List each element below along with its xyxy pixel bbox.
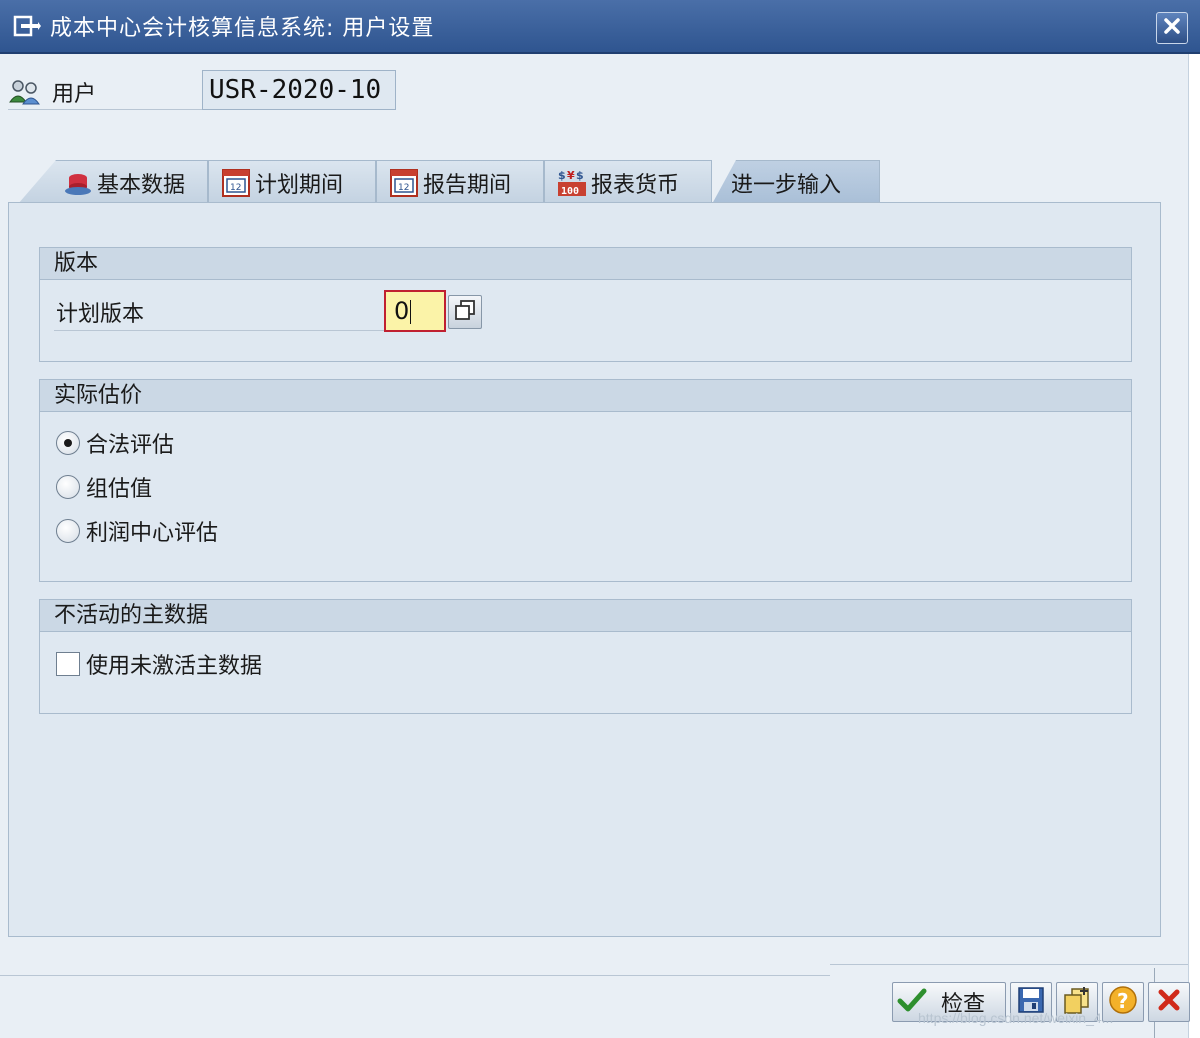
text-cursor xyxy=(410,300,412,324)
user-label: 用户 xyxy=(52,82,97,107)
cancel-icon xyxy=(1156,987,1182,1017)
svg-text:12: 12 xyxy=(398,183,409,193)
tab-further-input[interactable]: 进一步输入 xyxy=(712,160,880,204)
group-header: 不活动的主数据 xyxy=(40,600,1131,632)
user-label-underline xyxy=(8,109,204,110)
close-icon xyxy=(1162,16,1182,40)
plan-version-underline xyxy=(54,330,384,331)
plan-version-row: 计划版本 0 xyxy=(54,290,484,332)
window-right-border xyxy=(1188,54,1200,1038)
tab-report-currency[interactable]: $ ¥ $ 100 报表货币 xyxy=(544,160,712,204)
tab-strip: 基本数据 12 计划期间 12 报告期间 $ ¥ $ 100 报表货币 进一步输… xyxy=(8,160,1168,204)
svg-text:$: $ xyxy=(576,169,584,182)
tab-label: 计划期间 xyxy=(255,172,344,198)
bottom-separator xyxy=(830,964,1188,965)
watermark: https://blog.csdn.net/weixin_4... xyxy=(918,1010,1114,1026)
plan-version-input[interactable]: 0 xyxy=(384,290,446,332)
group-actual-valuation: 实际估价 合法评估 组估值 利润中心评估 xyxy=(39,379,1132,582)
radio-button[interactable] xyxy=(56,431,80,455)
radio-label: 组估值 xyxy=(86,477,153,502)
tab-basic-data[interactable]: 基本数据 xyxy=(18,160,208,204)
cancel-button[interactable] xyxy=(1148,982,1190,1022)
bottom-separator xyxy=(0,975,830,976)
value-help-button[interactable] xyxy=(448,295,482,329)
radio-group-valuation[interactable]: 组估值 xyxy=(56,471,152,503)
use-inactive-master-data-checkbox[interactable] xyxy=(56,652,80,676)
svg-text:100: 100 xyxy=(561,186,579,197)
currency-icon: $ ¥ $ 100 xyxy=(557,168,587,198)
tab-label: 基本数据 xyxy=(97,172,186,198)
radio-profit-center-valuation[interactable]: 利润中心评估 xyxy=(56,515,218,547)
tab-label: 报告期间 xyxy=(423,172,512,198)
copy-icon xyxy=(454,299,476,325)
calendar-icon: 12 xyxy=(389,168,419,198)
use-inactive-master-data-row[interactable]: 使用未激活主数据 xyxy=(56,648,262,680)
svg-text:?: ? xyxy=(1117,989,1129,1013)
tab-report-period[interactable]: 12 报告期间 xyxy=(376,160,544,204)
radio-label: 利润中心评估 xyxy=(86,521,219,546)
svg-text:12: 12 xyxy=(230,183,241,193)
edit-settings-icon xyxy=(12,13,42,39)
radio-legal-valuation[interactable]: 合法评估 xyxy=(56,427,174,459)
window-title: 成本中心会计核算信息系统: 用户设置 xyxy=(50,16,435,41)
group-header: 版本 xyxy=(40,248,1131,280)
radio-button[interactable] xyxy=(56,475,80,499)
svg-text:¥: ¥ xyxy=(567,169,575,182)
tab-label: 报表货币 xyxy=(591,172,680,198)
svg-text:$: $ xyxy=(558,169,566,182)
calendar-icon: 12 xyxy=(221,168,251,198)
master-data-icon xyxy=(63,168,93,198)
user-row: 用户 USR-2020-10 xyxy=(8,70,398,112)
tab-plan-period[interactable]: 12 计划期间 xyxy=(208,160,376,204)
radio-label: 合法评估 xyxy=(86,433,175,458)
users-icon xyxy=(8,78,42,106)
plan-version-label: 计划版本 xyxy=(56,302,145,327)
window-close-button[interactable] xyxy=(1156,12,1188,44)
plan-version-value: 0 xyxy=(394,297,410,325)
group-inactive-master-data: 不活动的主数据 使用未激活主数据 xyxy=(39,599,1132,714)
group-version: 版本 计划版本 0 xyxy=(39,247,1132,362)
title-bar: 成本中心会计核算信息系统: 用户设置 xyxy=(0,0,1200,54)
group-header: 实际估价 xyxy=(40,380,1131,412)
user-id-field: USR-2020-10 xyxy=(202,70,396,110)
radio-button[interactable] xyxy=(56,519,80,543)
tab-content-panel: 版本 计划版本 0 实际估价 合法评估 组估值 利润中心评估 不活动的主数据 使… xyxy=(8,202,1161,937)
tab-label: 进一步输入 xyxy=(731,172,842,198)
checkbox-label: 使用未激活主数据 xyxy=(86,654,263,679)
